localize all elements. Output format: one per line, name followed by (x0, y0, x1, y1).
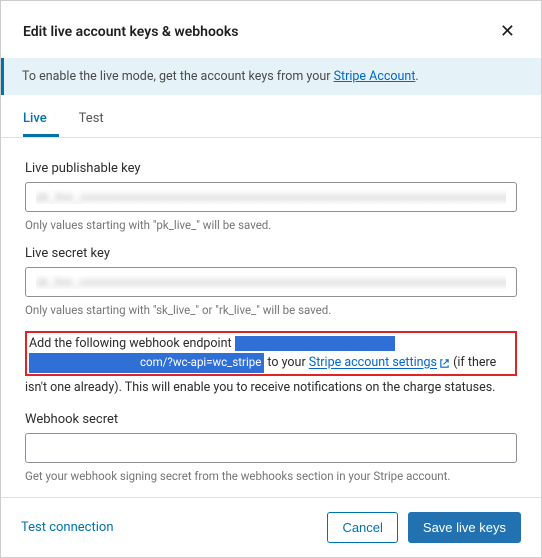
webhook-after1: (if there (450, 356, 496, 371)
tabs: Live Test (1, 101, 541, 138)
close-button[interactable]: ✕ (496, 21, 519, 42)
redacted-url-segment (235, 336, 395, 351)
secret-key-hint: Only values starting with "sk_live_" or … (25, 303, 517, 317)
test-connection-link[interactable]: Test connection (21, 520, 114, 535)
tab-live[interactable]: Live (23, 101, 59, 137)
webhook-highlight-box: Add the following webhook endpoint com/?… (25, 331, 517, 376)
secret-key-label: Live secret key (25, 246, 517, 261)
secret-key-input[interactable] (25, 267, 517, 297)
stripe-account-link[interactable]: Stripe Account (334, 69, 416, 84)
text-cursor-icon (141, 158, 142, 172)
banner-text-suffix: . (415, 69, 418, 84)
webhook-url-fragment: com/?wc-api=wc_stripe (140, 355, 261, 369)
banner-text-prefix: To enable the live mode, get the account… (22, 69, 334, 84)
save-button[interactable]: Save live keys (408, 512, 521, 543)
webhook-secret-hint: Get your webhook signing secret from the… (25, 469, 517, 483)
pub-key-label: Live publishable key (25, 158, 517, 176)
cancel-button[interactable]: Cancel (327, 512, 397, 543)
external-link-icon (439, 358, 450, 369)
webhook-secret-label: Webhook secret (25, 412, 517, 427)
modal-title: Edit live account keys & webhooks (23, 24, 238, 40)
pub-key-hint: Only values starting with "pk_live_" wil… (25, 218, 517, 232)
webhook-mid: to your (264, 356, 308, 371)
webhook-intro: Add the following webhook endpoint (29, 336, 235, 351)
pub-key-input[interactable] (25, 182, 517, 212)
redacted-url-row: com/?wc-api=wc_stripe (29, 353, 264, 373)
webhook-follow-text: isn't one already). This will enable you… (25, 378, 517, 397)
info-banner: To enable the live mode, get the account… (1, 58, 541, 95)
webhook-secret-input[interactable] (25, 433, 517, 463)
tab-test[interactable]: Test (79, 101, 116, 137)
stripe-settings-link[interactable]: Stripe account settings (309, 356, 437, 371)
